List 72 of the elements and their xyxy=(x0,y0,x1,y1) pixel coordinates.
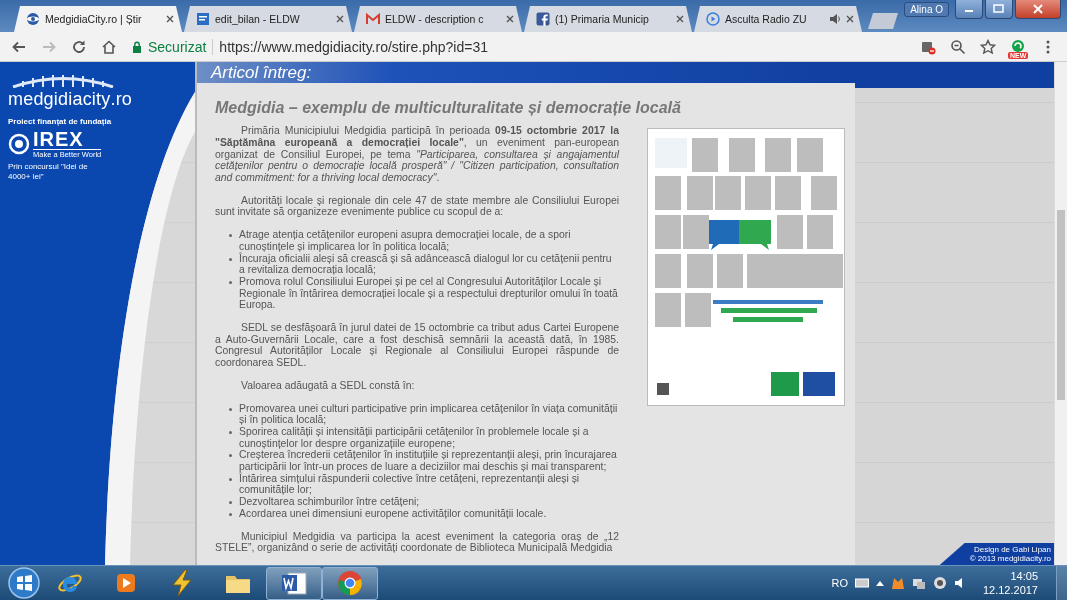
home-icon[interactable] xyxy=(101,38,117,55)
user-name[interactable]: Alina O xyxy=(904,2,949,17)
list-item: Încuraja oficialii aleși să crească și să adâncească dialogul lor cu cetățenii pentru a revitaliza democrația locală; xyxy=(239,252,613,276)
tray-expand-icon[interactable] xyxy=(875,580,884,586)
social-icon xyxy=(536,12,550,26)
reload-icon[interactable] xyxy=(71,38,87,55)
document-icon xyxy=(196,12,210,26)
maximize-icon[interactable] xyxy=(993,4,1005,14)
play-icon xyxy=(706,12,720,26)
start-button[interactable] xyxy=(6,566,42,600)
browser-tab[interactable]: edit_bilan - ELDW xyxy=(184,6,352,32)
list-item: Acordarea unei dimensiuni europene activităților comunității locale. xyxy=(239,507,547,520)
clock-date: 12.12.2017 xyxy=(982,583,1038,597)
bullet-icon xyxy=(229,512,232,516)
contest-note: Prin concursul "Idei de 4000+ lei" xyxy=(8,162,89,182)
bullet-icon xyxy=(229,280,232,284)
paragraph: Municipiul Medgidia va participa la acest eveniment la categoria oraș de „12 STELE”, organizând o serie de activități coordonate de Biblioteca Municipală Medgidia xyxy=(215,530,619,554)
browser-tab[interactable]: MedgidiaCity.ro | Știr xyxy=(14,6,182,32)
close-icon[interactable] xyxy=(676,15,684,23)
bullet-icon xyxy=(229,407,232,411)
bullet-icon xyxy=(229,430,232,434)
copyright-text: © 2013 medgidiacity.ro xyxy=(969,554,1051,563)
funding-note: Proiect finanțat de fundația xyxy=(8,117,112,126)
article-title: Medgidia – exemplu de multiculturalitate și democrație locală xyxy=(215,99,682,118)
address-bar[interactable]: Securizat https://www.medgidiacity.ro/stire.php?id=31 xyxy=(126,35,911,58)
list-item: Întărirea simțului răspunderii colective între cetățeni, reprezentanții aleși și comunitățile lor; xyxy=(239,472,581,497)
sponsor-logo: IREX xyxy=(33,129,85,149)
list-item: Dezvoltarea schimburilor între cetățeni; xyxy=(239,496,420,508)
close-icon[interactable] xyxy=(846,15,854,23)
new-tab-button[interactable] xyxy=(868,13,898,29)
record-icon[interactable] xyxy=(932,576,947,590)
bullet-icon xyxy=(229,257,232,261)
paragraph: Autorități locale și regionale din cele 47 de state membre ale Consiliului Europei sunt invitate să organizeze evenimente publice cu scopul de a: xyxy=(215,194,619,219)
security-label: Securizat xyxy=(148,38,207,55)
star-icon[interactable] xyxy=(980,38,996,55)
browser-tab[interactable]: ELDW - description c xyxy=(354,6,522,32)
mail-icon xyxy=(366,12,380,26)
designer-credit: Design de Gabi Lipan xyxy=(973,545,1051,554)
section-header: Articol întreg: xyxy=(197,62,855,84)
list-item: Promova rolul Consiliului Europei și pe cel al Congresului Autorităților Locale și Regionale în întărirea democrației locale și a respectului drepturilor omului în toată Europa. xyxy=(239,275,619,312)
language-indicator[interactable]: RO xyxy=(831,577,848,589)
clock-time: 14:05 xyxy=(1010,569,1038,583)
browser-tab[interactable]: (1) Primaria Municip xyxy=(524,6,692,32)
chrome-icon[interactable] xyxy=(335,568,365,598)
zoom-icon[interactable] xyxy=(950,38,966,55)
close-icon[interactable] xyxy=(166,15,174,23)
close-icon[interactable] xyxy=(336,15,344,23)
paragraph: SEDL se desfășoară în jurul datei de 15 octombrie ca tribut adus Cartei Europene a Auto-Guvernării Locale, care a fost deschisă semnării la această dată, în 1985. Congresul Autorităților Locale și Regionale al Consiliului Europei răspunde de coordonarea SEDL. xyxy=(215,322,619,369)
url-text: https://www.medgidiacity.ro/stire.php?id=31 xyxy=(219,38,488,55)
keyboard-icon[interactable] xyxy=(854,578,869,588)
taskbar-button[interactable] xyxy=(322,566,378,600)
bullet-icon xyxy=(229,477,232,481)
scrollbar-thumb[interactable] xyxy=(1057,210,1065,400)
list-item: Sporirea calității și intensității participării cetățenilor în problemele locale și a cunoștințelor lor despre organizațiile europene; xyxy=(239,425,590,450)
list-item: Creșterea încrederii cetățenilor în instituțiile și reprezentanții aleși, prin încurajarea participării lor într-un proces de luare a deciziilor mai deschis și mai transparent; xyxy=(239,449,618,473)
taskbar-button[interactable] xyxy=(266,566,322,600)
extension-icon xyxy=(1010,38,1026,55)
bullet-icon xyxy=(229,454,232,458)
paragraph: Valoarea adăugată a SEDL constă în: xyxy=(240,379,416,392)
list-item: Atrage atenția cetățenilor europeni asupra democrației locale, de a spori cunoștințele și implicarea lor în politica locală; xyxy=(239,229,572,252)
close-icon[interactable] xyxy=(506,15,514,23)
clock[interactable]: 14:05 12.12.2017 xyxy=(982,569,1038,597)
speaker-icon[interactable] xyxy=(829,13,841,25)
bullet-icon xyxy=(229,234,232,238)
swirl-icon xyxy=(8,133,30,155)
list-item: Promovarea unei culturi participative prin implicarea cetățenilor în viața comunității și în politica locală; xyxy=(239,402,619,426)
bullet-icon xyxy=(229,501,232,505)
browser-tab[interactable]: Asculta Radio ZU xyxy=(694,6,862,32)
network-icon[interactable] xyxy=(911,576,926,590)
lock-icon xyxy=(132,40,142,53)
paragraph: Primăria Municipiului Medgidia participă în perioada 09-15 octombrie 2017 la "Săptămâna europeană a democrației locale", un eveniment pan-european organizat de Consiliul Europei, pe tema "Participarea, consultarea și angajamentul cetățenilor pentru o democrație locală prosperă" / "Citizen participation, consultation and commitment: for a thriving local democracy". xyxy=(215,125,619,184)
site-logo[interactable]: medgidiacity.ro xyxy=(8,89,133,110)
